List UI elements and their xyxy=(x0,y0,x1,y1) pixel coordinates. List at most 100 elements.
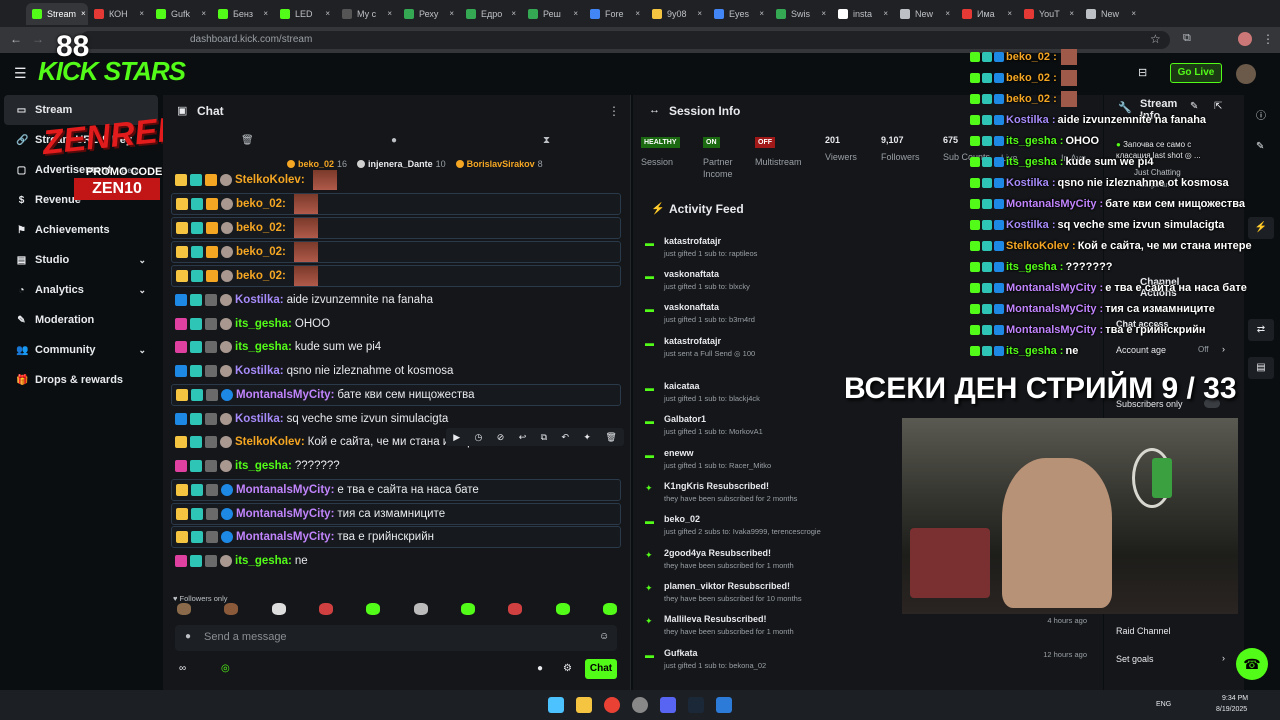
browser-tab[interactable]: Реш × xyxy=(522,3,584,25)
chat-message[interactable]: MontanalsMyCity: тия са измамниците xyxy=(171,503,621,525)
play-icon[interactable]: ▶ xyxy=(453,432,460,443)
chat-username[interactable]: StelkoKolev: xyxy=(235,436,305,448)
points-icon[interactable]: ◎ xyxy=(221,663,230,674)
support-chat-icon[interactable]: ☎ xyxy=(1236,648,1268,680)
chat-username[interactable]: Kostilka: xyxy=(235,413,284,425)
browser-tab[interactable]: New × xyxy=(894,3,956,25)
tab-close-icon[interactable]: × xyxy=(759,9,764,18)
chevron-down-icon[interactable]: ⌄ xyxy=(138,345,146,356)
url-field[interactable]: dashboard.kick.com/stream xyxy=(80,31,1170,49)
chat-message[interactable]: Kostilka: aide izvunzemnite na fanaha xyxy=(171,289,621,311)
emote-icon[interactable] xyxy=(318,603,333,615)
emote-icon[interactable] xyxy=(366,603,381,615)
chat-username[interactable]: beko_02: xyxy=(236,246,286,258)
infinity-icon[interactable]: ∞ xyxy=(179,663,186,674)
chat-bubble-icon[interactable]: ● xyxy=(391,135,397,146)
top-gifter[interactable]: injenera_Dante 10 xyxy=(357,159,446,169)
chat-message[interactable]: beko_02: xyxy=(171,193,621,215)
tab-close-icon[interactable]: × xyxy=(883,9,888,18)
timeout-icon[interactable]: ◷ xyxy=(475,432,483,443)
tab-close-icon[interactable]: × xyxy=(945,9,950,18)
chat-message[interactable]: beko_02: xyxy=(171,217,621,239)
slow-mode-icon[interactable]: ⧗ xyxy=(543,135,550,146)
forward-icon[interactable]: → xyxy=(32,32,44,46)
raid-channel-button[interactable]: Raid Channel xyxy=(1116,626,1171,636)
chat-message[interactable]: MontanalsMyCity: бате кви сем нищожества xyxy=(171,384,621,406)
studio-icon[interactable]: ⊟ xyxy=(1138,66,1147,79)
chat-username[interactable]: its_gesha: xyxy=(235,341,292,353)
go-live-button[interactable]: Go Live xyxy=(1170,63,1222,83)
chat-message[interactable]: its_gesha: ??????? xyxy=(171,455,621,477)
chevron-down-icon[interactable]: ⌄ xyxy=(138,255,146,266)
popout-icon[interactable]: ⇱ xyxy=(1214,101,1222,112)
pin-icon[interactable]: ✦ xyxy=(583,432,591,443)
chat-message[interactable]: Kostilka: qsno nie izleznahme ot kosmosa xyxy=(171,360,621,382)
browser-tab[interactable]: Едро × xyxy=(460,3,522,25)
chat-username[interactable]: its_gesha: xyxy=(235,318,292,330)
steam-icon[interactable] xyxy=(688,697,704,713)
browser-tab[interactable]: Реху × xyxy=(398,3,460,25)
tab-close-icon[interactable]: × xyxy=(449,9,454,18)
chat-message[interactable]: its_gesha: kude sum we pi4 xyxy=(171,336,621,358)
copy-icon[interactable]: ⧉ xyxy=(541,432,547,443)
lightning-button[interactable]: ⚡ xyxy=(1248,217,1274,239)
chevron-down-icon[interactable]: ⌄ xyxy=(138,285,146,296)
chat-username[interactable]: MontanalsMyCity: xyxy=(236,531,334,543)
chat-settings-bubble-icon[interactable]: ● xyxy=(537,663,543,674)
browser-tab[interactable]: Eyes × xyxy=(708,3,770,25)
user-avatar[interactable] xyxy=(1236,64,1256,84)
tab-close-icon[interactable]: × xyxy=(573,9,578,18)
chat-menu-icon[interactable]: ⋮ xyxy=(608,104,620,118)
browser-tab[interactable]: Gufk × xyxy=(150,3,212,25)
browser-tab[interactable]: YouT × xyxy=(1018,3,1080,25)
browser-menu-icon[interactable]: ⋮ xyxy=(1262,32,1274,46)
reply-icon[interactable]: ↩ xyxy=(519,432,527,443)
file-explorer-icon[interactable] xyxy=(576,697,592,713)
chat-username[interactable]: beko_02: xyxy=(236,270,286,282)
browser-tab[interactable]: КОН × xyxy=(88,3,150,25)
browser-tab[interactable]: 9y08 × xyxy=(646,3,708,25)
sidebar-item-achievements[interactable]: ⚑ Achievements xyxy=(0,215,162,245)
tab-close-icon[interactable]: × xyxy=(1069,9,1074,18)
tab-close-icon[interactable]: × xyxy=(1007,9,1012,18)
emote-icon[interactable] xyxy=(508,603,523,615)
chat-message[interactable]: beko_02: xyxy=(171,265,621,287)
chat-message[interactable]: its_gesha: OHOO xyxy=(171,313,621,335)
tab-close-icon[interactable]: × xyxy=(81,9,86,18)
chat-message[interactable]: MontanalsMyCity: е тва е сайта на наса б… xyxy=(171,479,621,501)
browser-tab[interactable]: Stream × xyxy=(26,2,88,25)
browser-tab[interactable]: New × xyxy=(1080,3,1142,25)
send-chat-button[interactable]: Chat xyxy=(585,659,617,679)
tab-close-icon[interactable]: × xyxy=(511,9,516,18)
top-gifter[interactable]: beko_02 16 xyxy=(287,159,347,169)
tab-close-icon[interactable]: × xyxy=(821,9,826,18)
set-goals-button[interactable]: Set goals xyxy=(1116,654,1154,664)
emote-icon[interactable] xyxy=(177,603,191,615)
obs-icon[interactable] xyxy=(632,697,648,713)
browser-tab[interactable]: Има × xyxy=(956,3,1018,25)
delete-icon[interactable]: 🗑 xyxy=(605,432,616,443)
profile-avatar[interactable] xyxy=(1238,32,1252,46)
hamburger-menu-icon[interactable]: ☰ xyxy=(14,65,27,82)
sidebar-item-drops-rewards[interactable]: 🎁 Drops & rewards xyxy=(0,365,162,395)
chat-message[interactable]: StelkoKolev: xyxy=(171,169,621,191)
discord-icon[interactable] xyxy=(660,697,676,713)
emote-icon[interactable] xyxy=(271,603,286,615)
chevron-right-icon[interactable]: › xyxy=(1222,344,1225,354)
sidebar-item-moderation[interactable]: ✎ Moderation xyxy=(0,305,162,335)
chat-username[interactable]: its_gesha: xyxy=(235,460,292,472)
tab-close-icon[interactable]: × xyxy=(697,9,702,18)
browser-tab[interactable]: LED × xyxy=(274,3,336,25)
chat-username[interactable]: beko_02: xyxy=(236,198,286,210)
chat-message[interactable]: Kostilka: sq veche sme izvun simulacigta xyxy=(171,408,621,430)
sidebar-item-community[interactable]: 👥 Community ⌄ xyxy=(0,335,162,365)
pencil-icon[interactable]: ✎ xyxy=(1256,141,1264,152)
tab-close-icon[interactable]: × xyxy=(325,9,330,18)
ban-icon[interactable]: ⊘ xyxy=(497,432,505,443)
info-icon[interactable]: ⓘ xyxy=(1256,107,1266,122)
back-icon[interactable]: ← xyxy=(10,32,22,46)
browser-tab[interactable]: Му с × xyxy=(336,3,398,25)
chevron-right-icon[interactable]: › xyxy=(1222,653,1225,663)
emote-icon[interactable] xyxy=(555,603,570,615)
windows-start-icon[interactable] xyxy=(548,697,564,713)
